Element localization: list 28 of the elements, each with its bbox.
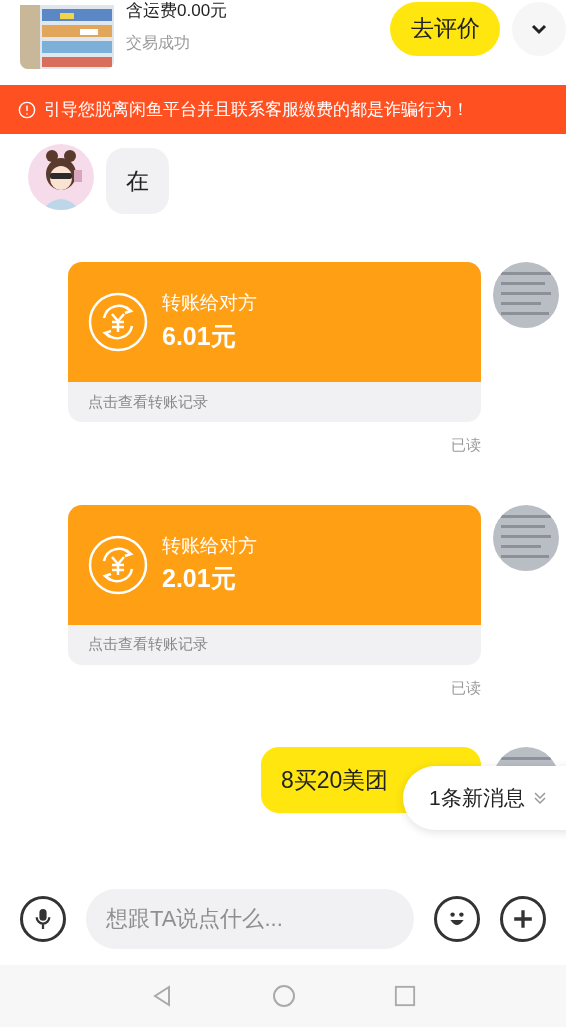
transfer-record-link[interactable]: 点击查看转账记录	[88, 390, 208, 414]
yuan-transfer-icon	[88, 292, 148, 352]
home-icon[interactable]	[272, 984, 296, 1008]
microphone-button[interactable]	[20, 896, 66, 942]
review-button[interactable]: 去评价	[390, 1, 500, 56]
add-button[interactable]	[500, 896, 546, 942]
transfer-record-link[interactable]: 点击查看转账记录	[88, 633, 208, 656]
microphone-icon	[34, 908, 52, 930]
message-input[interactable]: 想跟TA说点什么...	[86, 889, 414, 949]
new-messages-pill[interactable]: 1条新消息	[403, 766, 566, 830]
warning-icon	[18, 100, 36, 119]
transfer-title: 转账给对方	[162, 533, 257, 558]
transfer-card[interactable]: 转账给对方 2.01元 点击查看转账记录	[68, 504, 481, 665]
message-bubble: 在	[106, 148, 169, 214]
transfer-amount: 6.01元	[162, 320, 237, 352]
read-receipt: 已读	[451, 435, 481, 455]
warning-text: 引导您脱离闲鱼平台并且联系客服缴费的都是诈骗行为！	[44, 99, 469, 121]
emoji-button[interactable]	[434, 896, 480, 942]
transfer-card[interactable]: 转账给对方 6.01元 点击查看转账记录	[68, 262, 481, 422]
plus-icon	[512, 908, 534, 930]
transfer-title: 转账给对方	[162, 291, 257, 315]
transfer-amount: 2.01元	[162, 563, 237, 594]
double-chevron-down-icon	[532, 791, 547, 805]
order-status: 交易成功	[126, 33, 191, 54]
read-receipt: 已读	[451, 677, 481, 698]
recents-icon[interactable]	[394, 985, 416, 1007]
shipping-fee: 含运费0.00元	[126, 0, 228, 22]
yuan-transfer-icon	[88, 534, 148, 595]
